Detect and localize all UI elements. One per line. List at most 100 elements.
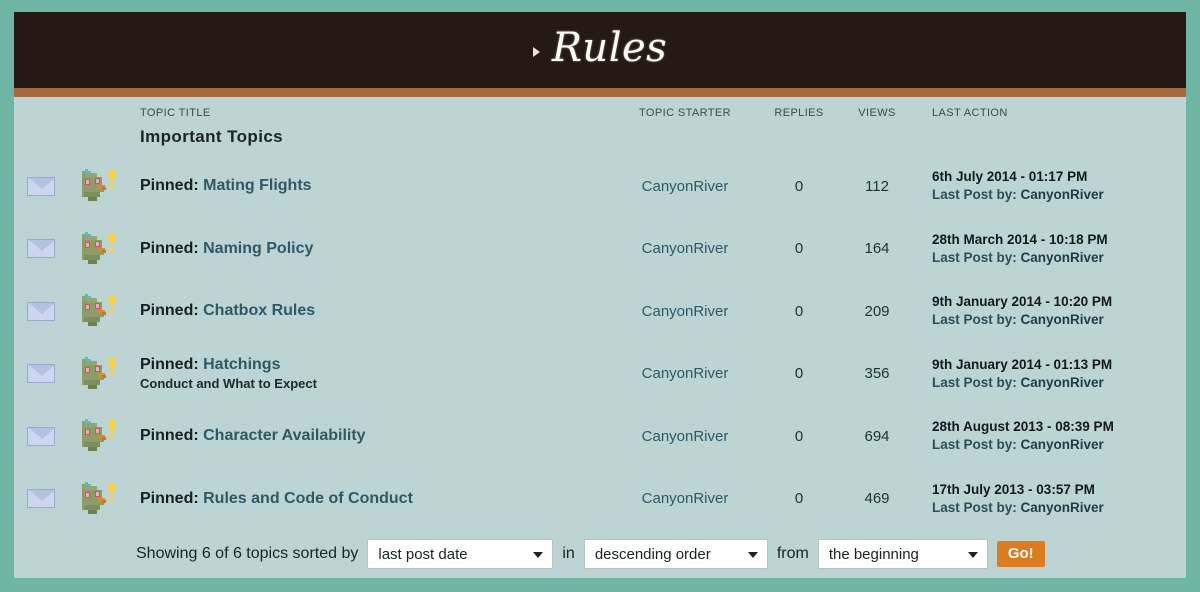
last-post-by-user[interactable]: CanyonRiver: [1021, 500, 1104, 515]
go-button[interactable]: Go!: [996, 541, 1045, 567]
mark-read-cell[interactable]: [14, 176, 68, 196]
topic-status-cell: [68, 292, 130, 330]
last-post-by: Last Post by: CanyonRiver: [932, 186, 1186, 204]
from-range-select[interactable]: the beginning: [817, 539, 988, 569]
replies-count: 0: [794, 302, 804, 320]
pinned-dragon-icon: [78, 292, 120, 330]
topic-name: Hatchings: [203, 355, 281, 373]
mark-read-cell[interactable]: [14, 426, 68, 446]
table-row[interactable]: Pinned: Rules and Code of Conduct Canyon…: [14, 468, 1186, 531]
topic-title-link[interactable]: Pinned: Naming Policy: [140, 239, 610, 259]
topic-starter-link[interactable]: CanyonRiver: [610, 303, 760, 320]
last-post-by: Last Post by: CanyonRiver: [932, 311, 1186, 329]
topic-title-link[interactable]: Pinned: Character Availability: [140, 426, 610, 446]
envelope-icon: [27, 426, 55, 446]
topic-starter-link[interactable]: CanyonRiver: [610, 178, 760, 195]
chevron-down-icon: [747, 552, 758, 558]
last-post-by-user[interactable]: CanyonRiver: [1021, 250, 1104, 265]
chevron-down-icon: [967, 552, 978, 558]
replies-count: 0: [794, 177, 804, 195]
section-heading-row: Important Topics: [14, 123, 1186, 155]
topic-status-cell: [68, 167, 130, 205]
page-title: Rules: [551, 25, 668, 71]
topic-pinned-prefix: Pinned:: [140, 489, 199, 507]
last-action-cell: 6th July 2014 - 01:17 PM Last Post by: C…: [916, 168, 1186, 204]
last-action-date: 28th August 2013 - 08:39 PM: [932, 419, 1114, 435]
forum-page: Rules TOPIC TITLE TOPIC STARTER REPLIES …: [0, 0, 1200, 592]
topic-title-cell[interactable]: Pinned: Hatchings Conduct and What to Ex…: [130, 355, 610, 393]
topic-status-cell: [68, 355, 130, 393]
col-head-topic-starter[interactable]: TOPIC STARTER: [610, 107, 760, 119]
topic-name: Naming Policy: [203, 239, 314, 257]
topic-title-cell[interactable]: Pinned: Naming Policy: [130, 239, 610, 259]
page-header: Rules: [14, 12, 1186, 88]
last-action-date: 17th July 2013 - 03:57 PM: [932, 481, 1095, 497]
topic-starter-link[interactable]: CanyonRiver: [610, 240, 760, 257]
mark-read-cell[interactable]: [14, 239, 68, 259]
table-row[interactable]: Pinned: Chatbox Rules CanyonRiver 0 209 …: [14, 280, 1186, 343]
topic-title-cell[interactable]: Pinned: Character Availability: [130, 426, 610, 446]
from-label: from: [776, 545, 809, 562]
last-action-cell: 28th August 2013 - 08:39 PM Last Post by…: [916, 418, 1186, 454]
last-post-by-label: Last Post by:: [932, 249, 1017, 265]
topic-title-link[interactable]: Pinned: Hatchings: [140, 355, 610, 375]
pinned-dragon-icon: [78, 355, 120, 393]
last-action-cell: 9th January 2014 - 01:13 PM Last Post by…: [916, 356, 1186, 392]
topic-title-cell[interactable]: Pinned: Chatbox Rules: [130, 301, 610, 321]
mark-read-cell[interactable]: [14, 489, 68, 509]
topic-list-panel: TOPIC TITLE TOPIC STARTER REPLIES VIEWS …: [14, 97, 1186, 578]
last-post-by-user[interactable]: CanyonRiver: [1021, 437, 1104, 452]
last-post-by: Last Post by: CanyonRiver: [932, 436, 1186, 454]
last-post-by-user[interactable]: CanyonRiver: [1021, 312, 1104, 327]
views-count: 356: [864, 365, 890, 383]
from-range-value: the beginning: [828, 545, 919, 563]
topic-name: Rules and Code of Conduct: [203, 489, 413, 507]
topic-starter-link[interactable]: CanyonRiver: [610, 490, 760, 507]
topic-rows: Pinned: Mating Flights CanyonRiver 0 112…: [14, 155, 1186, 533]
envelope-icon: [27, 489, 55, 509]
mark-read-cell[interactable]: [14, 364, 68, 384]
table-row[interactable]: Pinned: Character Availability CanyonRiv…: [14, 405, 1186, 468]
col-head-views[interactable]: VIEWS: [838, 107, 916, 119]
envelope-icon: [27, 239, 55, 259]
section-title: Important Topics: [140, 127, 284, 146]
topic-name: Character Availability: [203, 427, 366, 445]
topic-subtitle: Conduct and What to Expect: [140, 375, 317, 391]
topic-status-cell: [68, 230, 130, 268]
col-head-topic-title[interactable]: TOPIC TITLE: [130, 107, 610, 119]
topic-starter-link[interactable]: CanyonRiver: [610, 365, 760, 382]
replies-count: 0: [794, 240, 804, 258]
envelope-icon: [27, 301, 55, 321]
replies-count: 0: [794, 365, 804, 383]
replies-count: 0: [794, 427, 804, 445]
topic-starter-link[interactable]: CanyonRiver: [610, 428, 760, 445]
mark-read-cell[interactable]: [14, 301, 68, 321]
sort-order-select[interactable]: descending order: [583, 539, 768, 569]
chevron-down-icon: [533, 552, 544, 558]
replies-count: 0: [794, 490, 804, 508]
views-count: 112: [865, 177, 889, 195]
last-post-by-user[interactable]: CanyonRiver: [1021, 187, 1104, 202]
topic-title-link[interactable]: Pinned: Chatbox Rules: [140, 301, 610, 321]
sort-by-select[interactable]: last post date: [367, 539, 554, 569]
col-head-last-action[interactable]: LAST ACTION: [916, 107, 1186, 119]
last-post-by-label: Last Post by:: [932, 312, 1017, 328]
col-head-replies[interactable]: REPLIES: [760, 107, 838, 119]
topic-status-cell: [68, 417, 130, 455]
topic-title-link[interactable]: Pinned: Mating Flights: [140, 176, 610, 196]
last-post-by-user[interactable]: CanyonRiver: [1021, 375, 1104, 390]
topic-title-cell[interactable]: Pinned: Rules and Code of Conduct: [130, 489, 610, 509]
last-post-by: Last Post by: CanyonRiver: [932, 374, 1186, 392]
topic-pinned-prefix: Pinned:: [140, 355, 199, 373]
topic-title-cell[interactable]: Pinned: Mating Flights: [130, 176, 610, 196]
last-post-by-label: Last Post by:: [932, 437, 1017, 453]
views-count: 164: [864, 240, 890, 258]
last-post-by-label: Last Post by:: [932, 374, 1017, 390]
triangle-right-icon: [532, 47, 540, 57]
pinned-dragon-icon: [78, 417, 120, 455]
table-row[interactable]: Pinned: Hatchings Conduct and What to Ex…: [14, 343, 1186, 406]
views-count: 209: [864, 302, 890, 320]
table-row[interactable]: Pinned: Naming Policy CanyonRiver 0 164 …: [14, 218, 1186, 281]
topic-title-link[interactable]: Pinned: Rules and Code of Conduct: [140, 489, 610, 509]
table-row[interactable]: Pinned: Mating Flights CanyonRiver 0 112…: [14, 155, 1186, 218]
